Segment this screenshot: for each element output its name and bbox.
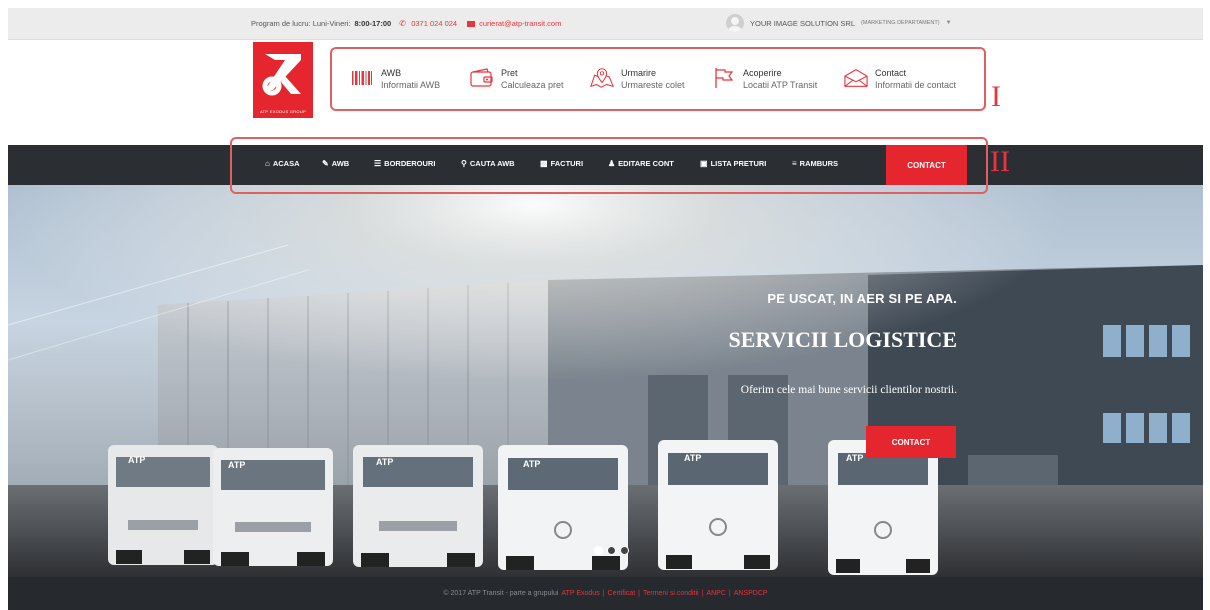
- slider-dot[interactable]: [620, 546, 629, 555]
- footer: © 2017 ATP Transit - parte a grupului AT…: [8, 577, 1203, 610]
- user-icon: ♟: [608, 159, 616, 168]
- mail-icon: [467, 20, 476, 27]
- quick-link-acoperire[interactable]: Acoperire Locatii ATP Transit: [712, 67, 817, 91]
- quick-link-title: AWB: [381, 68, 402, 78]
- list-icon: ☰: [374, 159, 382, 168]
- menu-icon: ≡: [792, 159, 797, 168]
- atp-logo-mark-icon: [262, 54, 301, 96]
- nav-item-label: RAMBURS: [799, 159, 839, 168]
- quick-link-pret[interactable]: Pret Calculeaza pret: [470, 67, 564, 91]
- hero-description: Oferim cele mai bune servicii clientilor…: [740, 384, 957, 396]
- footer-separator: |: [602, 590, 605, 597]
- avatar: [726, 14, 744, 32]
- search-icon: ⚲: [461, 159, 467, 168]
- footer-link-certificat[interactable]: Certificat: [608, 590, 636, 597]
- chevron-down-icon: ▼: [945, 20, 952, 26]
- account-department: (MARKETING DEPARTAMENT): [861, 20, 940, 26]
- quick-link-contact[interactable]: Contact Informatii de contact: [844, 67, 956, 91]
- contact-strip: Program de lucru: Luni-Vineri: 8:00-17:0…: [251, 19, 561, 28]
- quick-link-subtitle: Informatii AWB: [381, 80, 441, 90]
- nav-item-rambursa[interactable]: ≡ RAMBURS: [792, 159, 838, 168]
- quick-link-title: Acoperire: [743, 68, 782, 78]
- nav-item-label: LISTA PRETURI: [710, 159, 767, 168]
- quick-link-urmarire[interactable]: Urmarire Urmareste colet: [590, 67, 685, 91]
- flag-icon: [712, 67, 736, 89]
- quick-links-box: AWB Informatii AWB Pret Calculeaza pret: [330, 47, 986, 111]
- phone-link[interactable]: 0371 024 024: [411, 19, 457, 28]
- working-hours-value: 8:00-17:00: [354, 19, 392, 28]
- quick-link-awb[interactable]: AWB Informatii AWB: [350, 67, 440, 91]
- hero-tagline: PE USCAT, IN AER SI PE APA.: [767, 291, 957, 306]
- footer-link-atp-exodus[interactable]: ATP Exodus: [561, 590, 599, 597]
- nav-item-awb[interactable]: ✎ AWB: [322, 159, 349, 168]
- quick-link-title: Pret: [501, 68, 518, 78]
- quick-link-subtitle: Urmareste colet: [621, 80, 685, 90]
- nav-item-label: EDITARE CONT: [618, 159, 674, 168]
- footer-link-anspdcp[interactable]: ANSPDCP: [734, 590, 768, 597]
- annotation-label-2: II: [990, 145, 1010, 178]
- envelope-icon: [844, 67, 868, 89]
- hero-contact-button[interactable]: CONTACT: [866, 426, 956, 458]
- footer-copyright: © 2017 ATP Transit - parte a grupului: [443, 590, 559, 597]
- email-link[interactable]: curierat@atp-transit.com: [479, 19, 561, 28]
- footer-separator: |: [728, 590, 731, 597]
- site-logo[interactable]: ATP EXODUS GROUP: [253, 42, 313, 118]
- top-bar: Program de lucru: Luni-Vineri: 8:00-17:0…: [8, 8, 1203, 40]
- hero-slider: ATP ATP ATP ATP ATP ATP PE USCAT, IN AER…: [8, 185, 1203, 577]
- nav-item-borderouri[interactable]: ☰ BORDEROURI: [374, 159, 435, 168]
- invoice-icon: ▩: [540, 159, 548, 168]
- nav-item-label: BORDEROURI: [384, 159, 436, 168]
- quick-link-subtitle: Informatii de contact: [875, 80, 957, 90]
- nav-contact-button[interactable]: CONTACT: [886, 145, 967, 185]
- footer-link-anpc[interactable]: ANPC: [706, 590, 725, 597]
- nav-item-facturi[interactable]: ▩ FACTURI: [540, 159, 583, 168]
- working-hours-label: Program de lucru: Luni-Vineri:: [251, 19, 351, 28]
- nav-item-acasa[interactable]: ⌂ ACASA: [265, 159, 300, 168]
- nav-item-label: ACASA: [272, 159, 300, 168]
- nav-item-label: FACTURI: [550, 159, 584, 168]
- barcode-icon: [350, 67, 374, 89]
- nav-item-label: CAUTA AWB: [469, 159, 515, 168]
- account-company: YOUR IMAGE SOLUTION SRL: [750, 18, 856, 28]
- nav-item-label: AWB: [331, 159, 350, 168]
- quick-link-title: Contact: [875, 68, 907, 78]
- footer-link-termeni[interactable]: Termeni si conditii: [643, 590, 699, 597]
- quick-link-subtitle: Locatii ATP Transit: [743, 80, 818, 90]
- hero-background-image: ATP ATP ATP ATP ATP ATP: [8, 185, 1203, 577]
- nav-item-editare-cont[interactable]: ♟ EDITARE CONT: [608, 159, 674, 168]
- slider-dot[interactable]: [594, 546, 603, 555]
- wallet-icon: [470, 67, 494, 89]
- map-pin-icon: [590, 67, 614, 89]
- nav-item-lista-preturi[interactable]: ▣ LISTA PRETURI: [700, 159, 766, 168]
- nav-item-cauta-awb[interactable]: ⚲ CAUTA AWB: [461, 159, 515, 168]
- account-menu[interactable]: YOUR IMAGE SOLUTION SRL (MARKETING DEPAR…: [726, 14, 952, 32]
- footer-separator: |: [638, 590, 640, 597]
- price-list-icon: ▣: [700, 159, 708, 168]
- logo-text: ATP EXODUS GROUP: [260, 109, 306, 114]
- annotation-label-1: I: [991, 80, 1001, 113]
- home-icon: ⌂: [265, 159, 270, 168]
- pencil-icon: ✎: [322, 159, 329, 168]
- hero-title: SERVICII LOGISTICE: [728, 327, 957, 352]
- quick-link-title: Urmarire: [621, 68, 656, 78]
- quick-link-subtitle: Calculeaza pret: [501, 80, 564, 90]
- footer-separator: |: [701, 590, 704, 597]
- slider-pagination: [594, 546, 629, 555]
- slider-dot[interactable]: [607, 546, 616, 555]
- phone-icon: ✆: [399, 18, 406, 28]
